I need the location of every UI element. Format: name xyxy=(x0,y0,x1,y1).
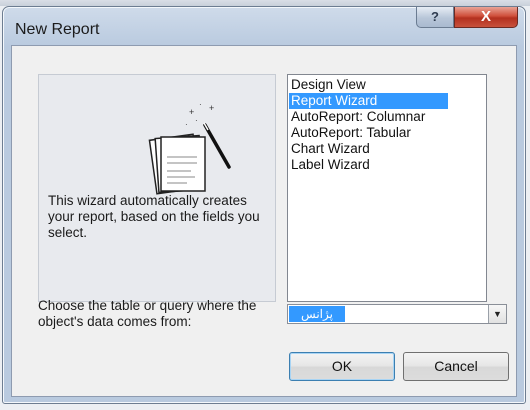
svg-text:·: · xyxy=(199,100,202,109)
source-value: پژانس xyxy=(289,306,345,322)
list-item[interactable]: AutoReport: Tabular xyxy=(289,125,448,141)
list-item[interactable]: Label Wizard xyxy=(289,157,448,173)
help-button[interactable]: ? xyxy=(416,7,454,28)
list-item[interactable]: Design View xyxy=(289,77,448,93)
wizard-description: This wizard automatically creates your r… xyxy=(48,193,260,240)
ok-button[interactable]: OK xyxy=(289,352,395,381)
list-item[interactable]: Chart Wizard xyxy=(289,141,448,157)
svg-text:+: + xyxy=(209,103,214,113)
report-pages-with-wand-icon: + · + · · xyxy=(148,100,231,195)
list-item[interactable]: Report Wizard xyxy=(289,93,448,109)
dialog-title: New Report xyxy=(15,21,100,38)
list-item[interactable]: AutoReport: Columnar xyxy=(289,109,448,125)
chevron-down-icon[interactable]: ▼ xyxy=(488,305,506,323)
title-bar[interactable]: New Report ? X xyxy=(3,7,525,45)
svg-text:·: · xyxy=(195,116,198,125)
source-combobox[interactable]: پژانس ▼ xyxy=(287,304,507,324)
cancel-button[interactable]: Cancel xyxy=(403,352,509,381)
new-report-dialog: New Report ? X + · + · · This wizard aut… xyxy=(2,6,526,404)
svg-text:·: · xyxy=(185,120,188,129)
close-button[interactable]: X xyxy=(454,7,518,28)
report-type-list[interactable]: Design View Report Wizard AutoReport: Colu… xyxy=(287,74,487,302)
source-label: Choose the table or query where the obje… xyxy=(38,298,257,329)
dialog-body: + · + · · This wizard automatically crea… xyxy=(11,45,517,397)
wizard-preview-panel: + · + · · This wizard automatically crea… xyxy=(38,74,276,302)
svg-text:+: + xyxy=(189,107,194,117)
